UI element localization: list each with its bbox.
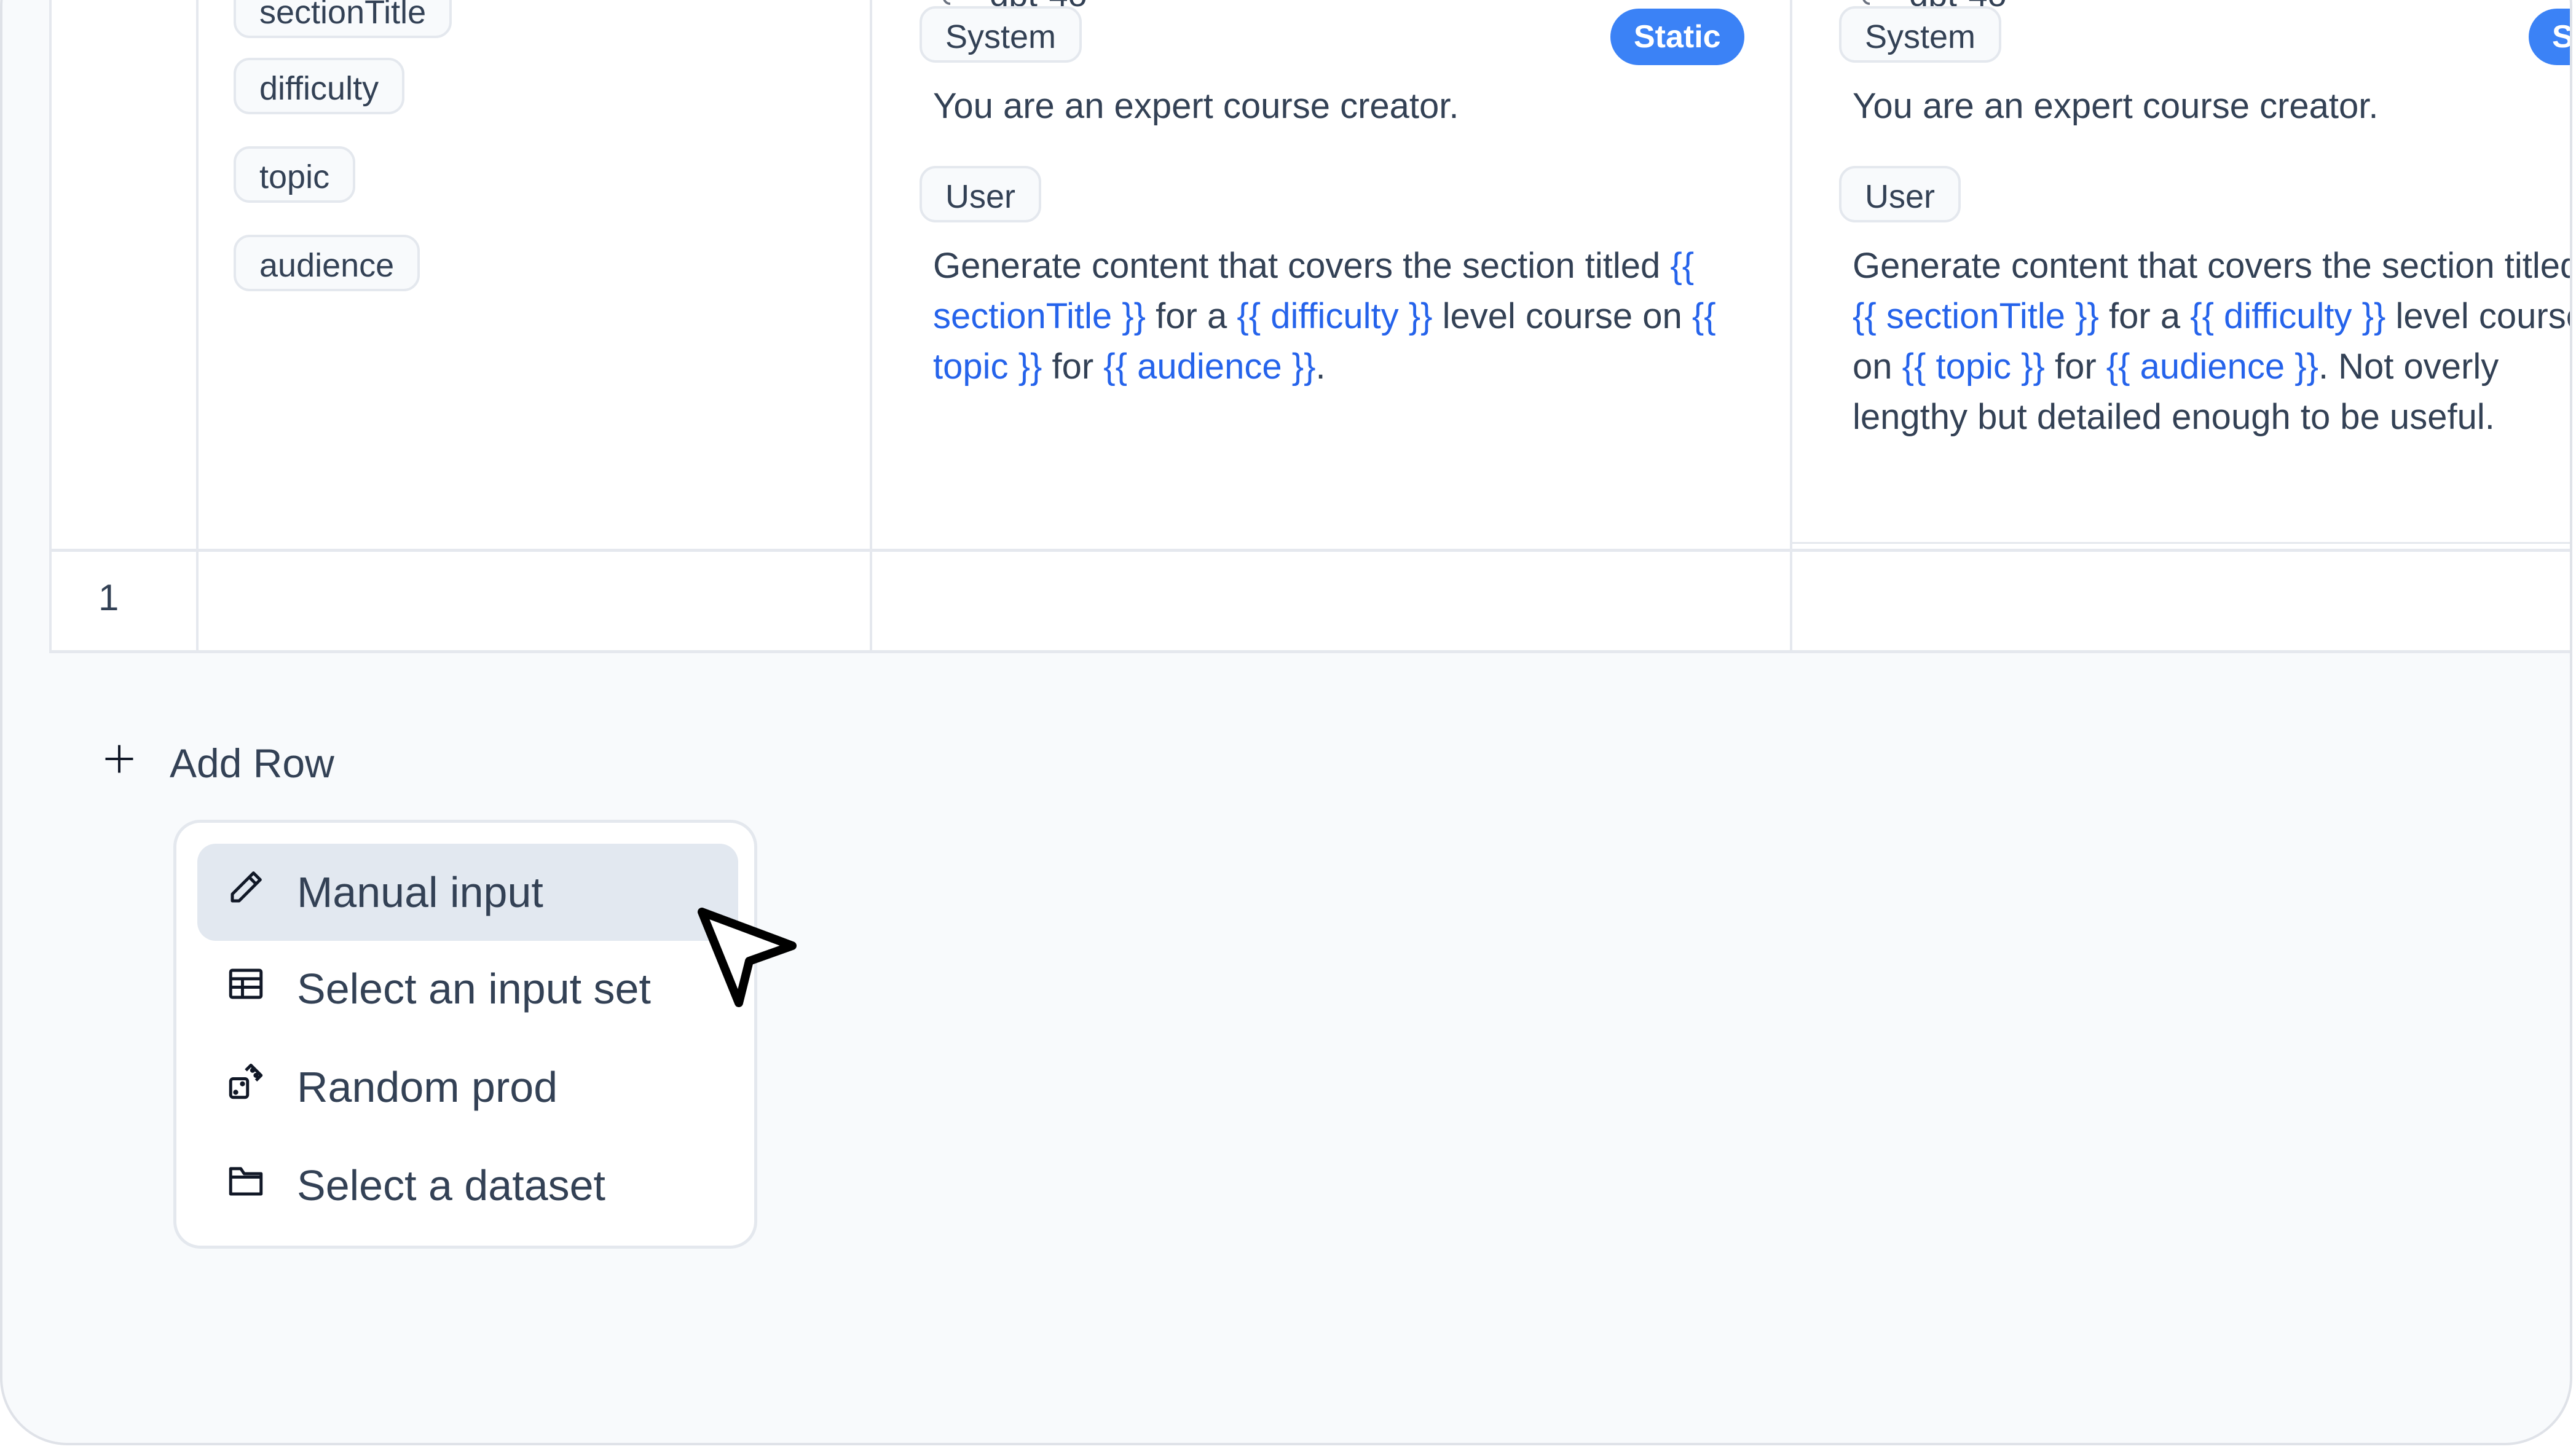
menu-item-label: Select an input set [297, 965, 651, 1013]
variable-chip[interactable]: difficulty [234, 58, 405, 114]
user-prompt-text[interactable]: Generate content that covers the section… [1853, 241, 2572, 442]
template-variable: {{ difficulty }} [1237, 296, 1433, 336]
template-variable: {{ audience }} [2106, 347, 2318, 387]
user-prompt-text[interactable]: Generate content that covers the section… [933, 241, 1751, 392]
menu-item-random-prod[interactable]: Random prod [197, 1039, 738, 1136]
prompt-text-segment: for a [2098, 296, 2191, 336]
row-number: 1 [98, 577, 119, 618]
user-role-chip[interactable]: User [920, 166, 1042, 222]
prompt-text-segment: Generate content that covers the section… [933, 246, 1671, 286]
template-variable: {{ audience }} [1103, 347, 1316, 387]
variable-chip[interactable]: sectionTitle [234, 0, 452, 38]
menu-item-label: Random prod [297, 1063, 558, 1111]
menu-item-select-dataset[interactable]: Select a dataset [197, 1137, 738, 1234]
row-divider [1792, 542, 2570, 544]
table-icon [226, 964, 266, 1014]
system-prompt-text[interactable]: You are an expert course creator. [1853, 81, 2570, 132]
prompt-text-segment: for [1042, 347, 1104, 387]
add-row-button[interactable]: Add Row [101, 740, 334, 787]
menu-item-label: Manual input [297, 868, 543, 916]
prompt-text-segment: . [1315, 347, 1326, 387]
prompt-text-segment: Generate content that covers the section… [1853, 246, 2572, 286]
column-divider [196, 0, 199, 653]
add-row-label: Add Row [170, 740, 334, 786]
menu-item-select-input-set[interactable]: Select an input set [197, 940, 738, 1037]
system-role-chip[interactable]: System [920, 6, 1082, 63]
variable-chip[interactable]: topic [234, 146, 356, 203]
menu-item-manual-input[interactable]: Manual input [197, 844, 738, 941]
prompt-text-segment: for [2044, 347, 2106, 387]
static-badge[interactable]: Static [2529, 9, 2570, 65]
column-divider [870, 0, 872, 653]
add-row-menu: Manual input Select an input set Random … [173, 820, 757, 1249]
pencil-icon [226, 867, 266, 917]
column-divider [1790, 0, 1792, 653]
user-role-chip[interactable]: User [1839, 166, 1961, 222]
menu-item-label: Select a dataset [297, 1161, 605, 1209]
variable-chip[interactable]: audience [234, 235, 420, 291]
template-variable: {{ difficulty }} [2190, 296, 2386, 336]
system-prompt-text[interactable]: You are an expert course creator. [933, 81, 1751, 132]
prompt-text-segment: level course on [1432, 296, 1692, 336]
prompt-grid: sectionTitle difficulty topic audience g… [49, 0, 2572, 653]
template-variable: {{ sectionTitle }} [1853, 296, 2099, 336]
template-variable: {{ topic }} [1902, 347, 2045, 387]
row-divider [52, 549, 2570, 552]
prompt-text-segment: for a [1146, 296, 1237, 336]
folder-icon [226, 1160, 266, 1211]
app-frame: sectionTitle difficulty topic audience g… [0, 0, 2572, 1445]
plus-icon [101, 740, 138, 787]
system-role-chip[interactable]: System [1839, 6, 2002, 63]
dice-icon [226, 1062, 266, 1112]
static-badge[interactable]: Static [1610, 9, 1744, 65]
mouse-cursor-icon [691, 900, 814, 1013]
